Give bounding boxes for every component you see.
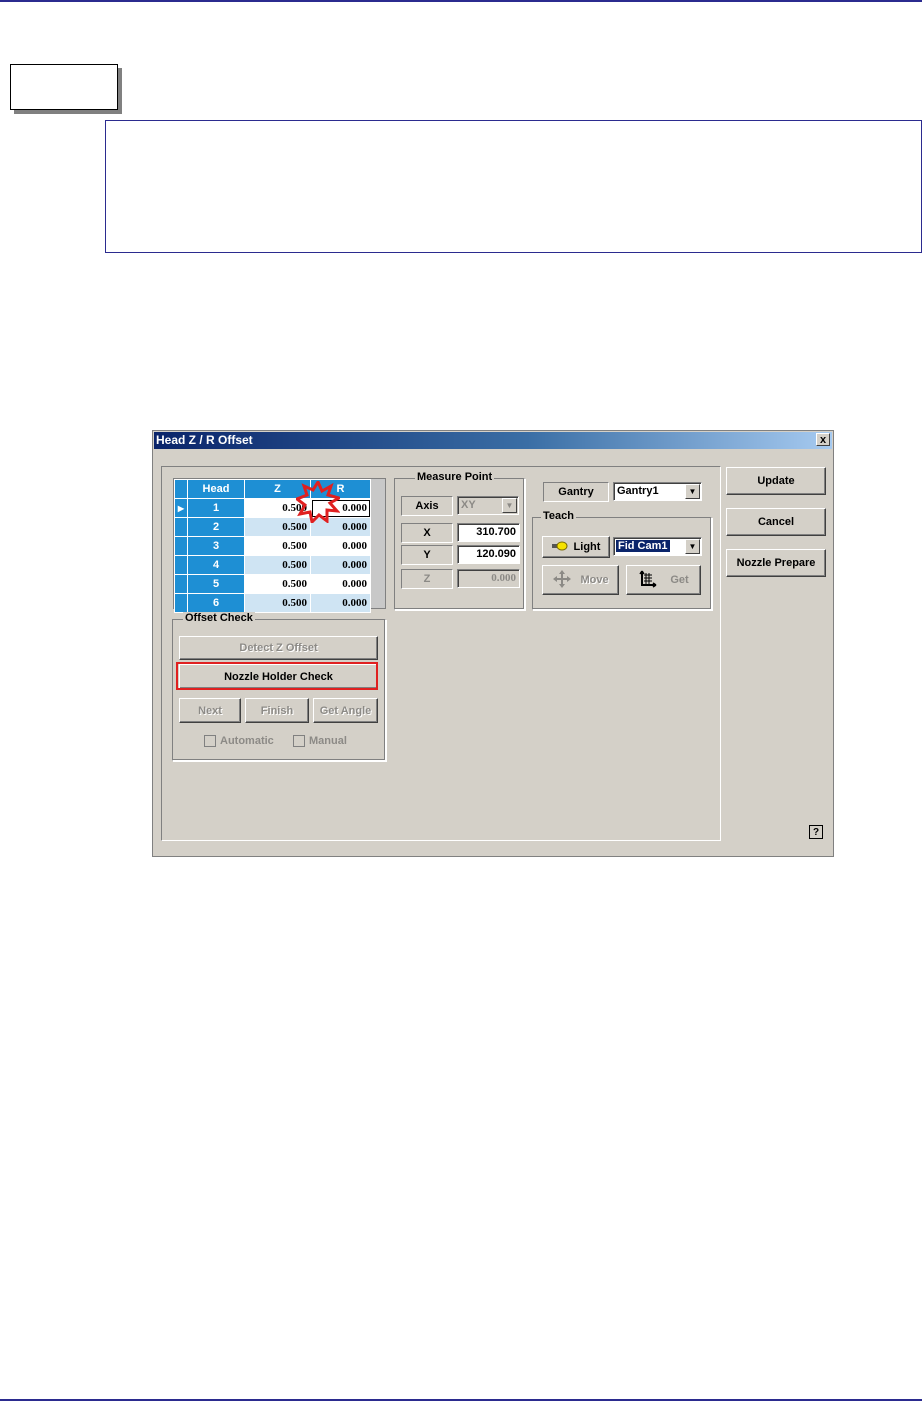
row-indicator (174, 593, 188, 613)
step-label-box (10, 64, 118, 110)
get-angle-button: Get Angle (313, 698, 378, 723)
gantry-select[interactable]: Gantry1 ▼ (613, 482, 702, 501)
z-cell[interactable]: 0.500 (244, 517, 311, 537)
x-field[interactable]: 310.700 (457, 523, 520, 542)
head-cell[interactable]: 6 (187, 593, 245, 613)
col-header-z[interactable]: Z (244, 479, 311, 499)
row-indicator (174, 574, 188, 594)
gantry-label: Gantry (543, 482, 609, 502)
dialog-title: Head Z / R Offset (156, 433, 253, 447)
gantry-value: Gantry1 (617, 485, 659, 497)
table-row[interactable]: 2 0.500 0.000 (174, 517, 371, 537)
bottom-rule (0, 1399, 922, 1401)
row-indicator-icon: ▶ (174, 498, 188, 518)
measure-point-label: Measure Point (415, 471, 495, 483)
row-indicator (174, 517, 188, 537)
nozzle-prepare-button[interactable]: Nozzle Prepare (726, 549, 826, 577)
z-cell[interactable]: 0.500 (244, 574, 311, 594)
get-button[interactable]: Get (626, 565, 701, 595)
z-cell[interactable]: 0.500 (244, 498, 311, 518)
z-cell[interactable]: 0.500 (244, 536, 311, 556)
chevron-down-icon[interactable]: ▼ (685, 484, 700, 499)
automatic-checkbox: Automatic (204, 735, 274, 747)
table-row[interactable]: 4 0.500 0.000 (174, 555, 371, 575)
note-box (105, 120, 922, 253)
head-cell[interactable]: 1 (187, 498, 245, 518)
head-cell[interactable]: 3 (187, 536, 245, 556)
detect-z-offset-button: Detect Z Offset (179, 636, 378, 660)
move-arrows-icon (552, 569, 572, 592)
col-header-head[interactable]: Head (187, 479, 245, 499)
automatic-label: Automatic (220, 735, 274, 747)
finish-button: Finish (245, 698, 309, 723)
light-button-label: Light (573, 541, 601, 553)
camera-select[interactable]: Fid Cam1 ▼ (613, 537, 702, 556)
move-button: Move (542, 565, 619, 595)
manual-checkbox: Manual (293, 735, 347, 747)
bulb-icon (551, 541, 568, 554)
head-cell[interactable]: 4 (187, 555, 245, 575)
head-zr-offset-dialog: Head Z / R Offset x Head Z R ▶ 1 0.500 0… (152, 430, 834, 857)
x-label: X (401, 523, 453, 543)
offset-check-label: Offset Check (183, 612, 255, 624)
top-rule (0, 0, 922, 2)
row-indicator (174, 555, 188, 575)
next-button: Next (179, 698, 241, 723)
axis-label: Axis (401, 496, 453, 516)
manual-label: Manual (309, 735, 347, 747)
update-button[interactable]: Update (726, 467, 826, 495)
checkbox-box (293, 735, 305, 747)
get-button-label: Get (670, 574, 689, 586)
camera-value: Fid Cam1 (616, 540, 670, 552)
teach-group: Teach (532, 510, 712, 610)
nozzle-holder-check-button[interactable]: Nozzle Holder Check (179, 664, 378, 689)
light-button[interactable]: Light (542, 536, 610, 558)
col-header-r[interactable]: R (310, 479, 371, 499)
table-row[interactable]: 5 0.500 0.000 (174, 574, 371, 594)
z-cell[interactable]: 0.500 (244, 555, 311, 575)
table-row[interactable]: ▶ 1 0.500 0.000 (174, 498, 371, 518)
head-cell[interactable]: 5 (187, 574, 245, 594)
axis-select: XY ▼ (457, 496, 519, 515)
y-field[interactable]: 120.090 (457, 545, 520, 564)
title-bar[interactable]: Head Z / R Offset x (154, 432, 832, 449)
axis-value: XY (461, 499, 476, 511)
checkbox-box (204, 735, 216, 747)
chevron-down-icon[interactable]: ▼ (685, 539, 700, 554)
head-offset-grid[interactable]: Head Z R ▶ 1 0.500 0.000 2 0.500 0.000 3… (173, 478, 386, 613)
r-cell[interactable]: 0.000 (310, 555, 371, 575)
z-label: Z (401, 569, 453, 589)
r-cell[interactable]: 0.000 (310, 517, 371, 537)
teach-label: Teach (541, 510, 576, 522)
move-button-label: Move (580, 574, 609, 586)
cancel-button[interactable]: Cancel (726, 508, 826, 536)
help-icon[interactable]: ? (809, 825, 823, 839)
head-cell[interactable]: 2 (187, 517, 245, 537)
close-button[interactable]: x (816, 433, 830, 446)
table-row[interactable]: 3 0.500 0.000 (174, 536, 371, 556)
chevron-down-icon: ▼ (502, 498, 517, 513)
r-cell[interactable]: 0.000 (310, 536, 371, 556)
row-indicator (174, 536, 188, 556)
r-cell[interactable]: 0.000 (310, 498, 371, 518)
r-cell[interactable]: 0.000 (310, 574, 371, 594)
y-label: Y (401, 545, 453, 565)
z-field: 0.000 (457, 569, 520, 588)
r-cell[interactable]: 0.000 (310, 593, 371, 613)
table-row[interactable]: 6 0.500 0.000 (174, 593, 371, 613)
coordinate-axes-icon (638, 569, 658, 592)
grid-corner (174, 479, 188, 499)
z-cell[interactable]: 0.500 (244, 593, 311, 613)
